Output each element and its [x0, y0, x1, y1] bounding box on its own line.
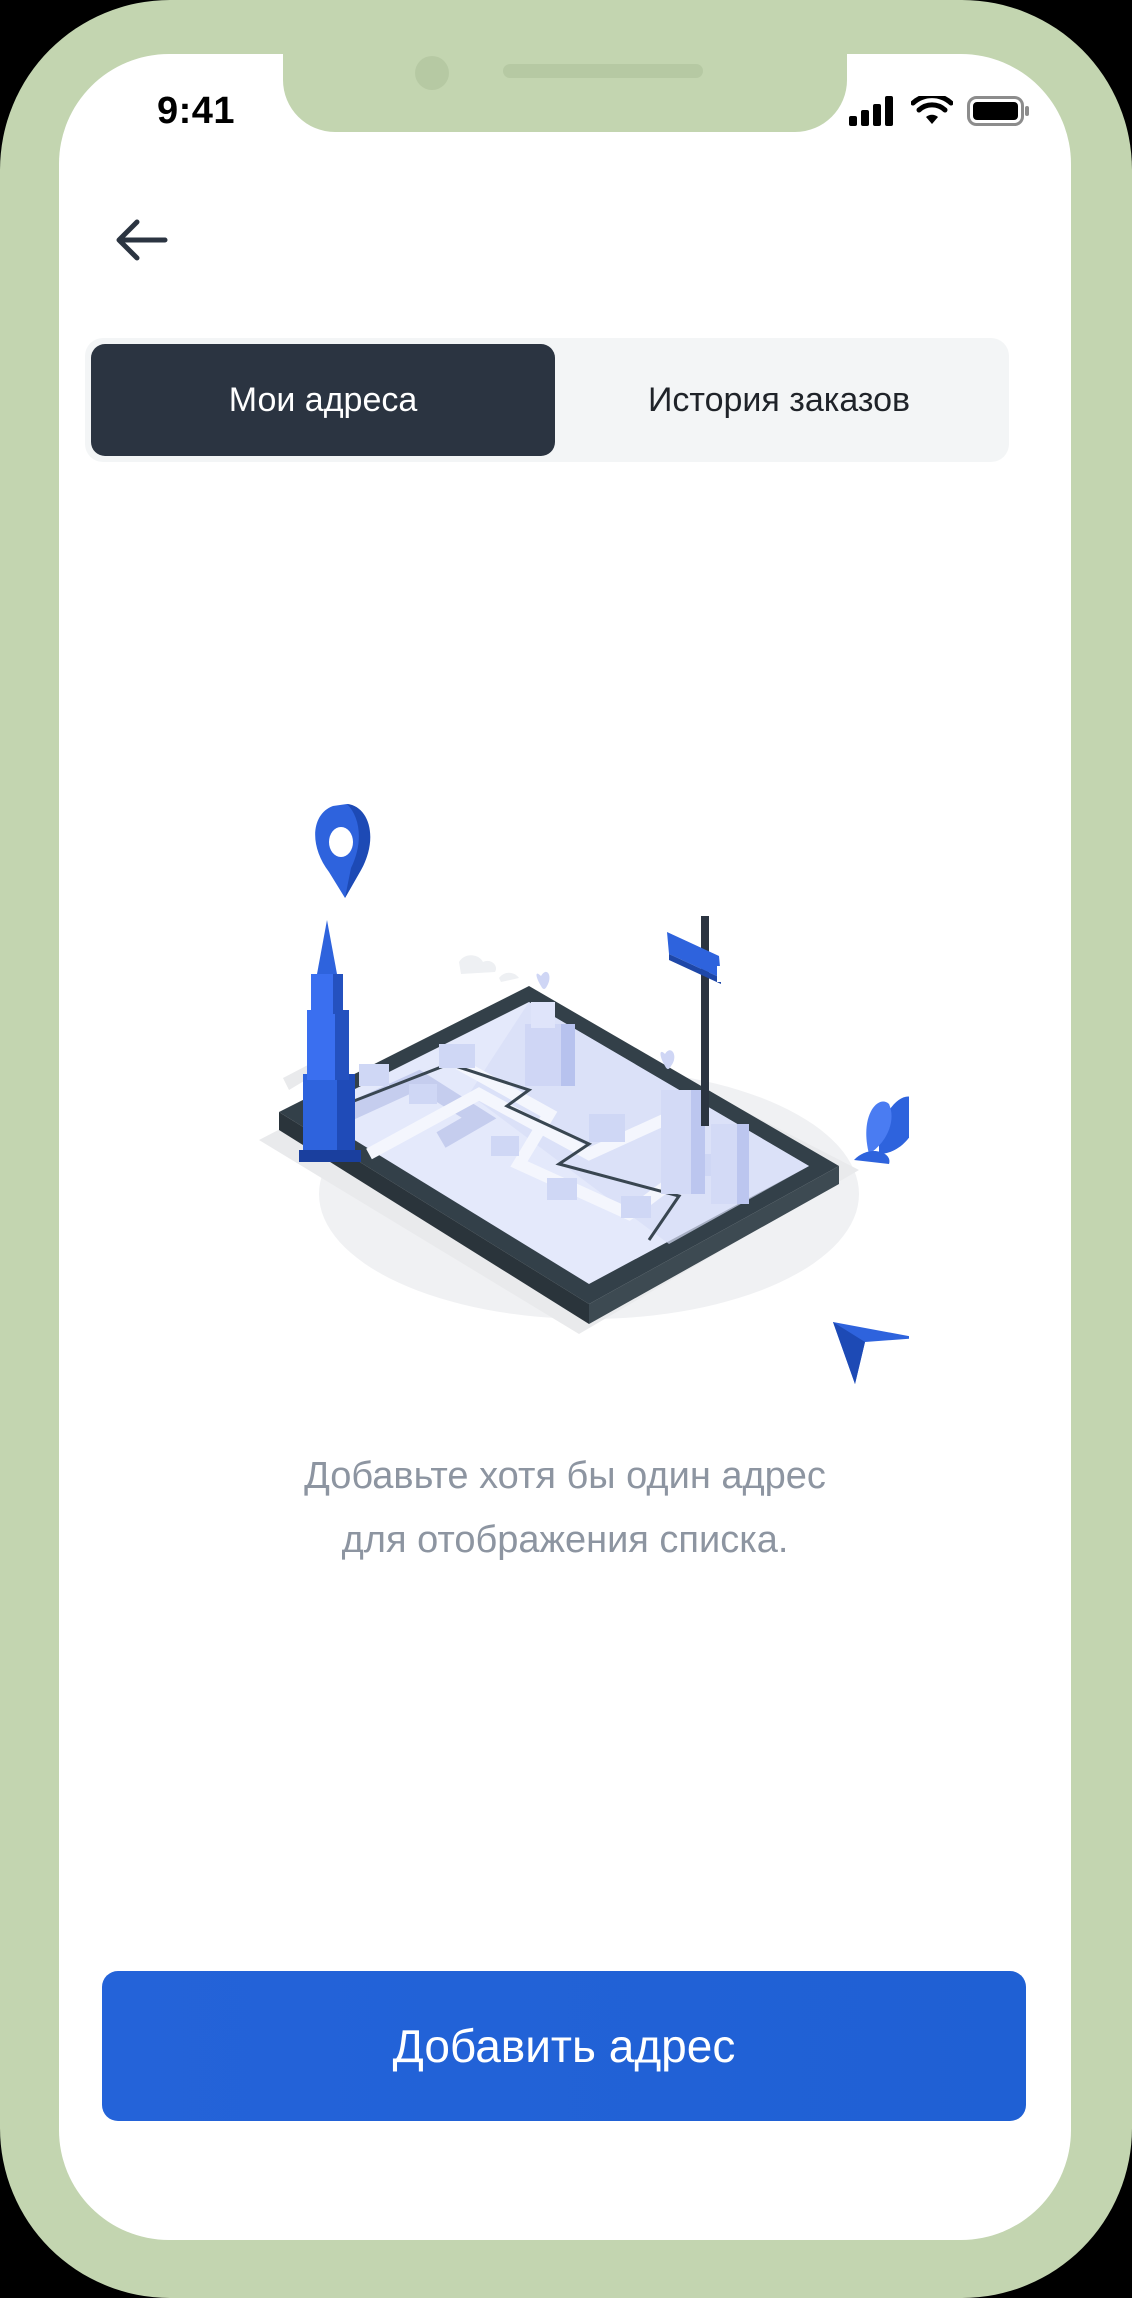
- status-time: 9:41: [157, 90, 236, 132]
- empty-state-line-1: Добавьте хотя бы один адрес: [304, 1455, 826, 1497]
- speaker-icon: [503, 64, 703, 78]
- city-map-illustration: [259, 804, 909, 1384]
- empty-state-line-2: для отображения списка.: [341, 1519, 789, 1561]
- phone-frame: 9:41 Мои адреса История заказов Добавьте…: [0, 0, 1132, 2298]
- tabs-segmented-control: Мои адреса История заказов: [85, 338, 1009, 462]
- back-arrow-icon[interactable]: [107, 204, 177, 274]
- battery-icon: [967, 96, 1029, 126]
- camera-icon: [415, 56, 449, 90]
- app-screen: 9:41 Мои адреса История заказов Добавьте…: [59, 54, 1071, 2240]
- empty-state-message: Добавьте хотя бы один адрес для отображе…: [59, 1444, 1071, 1572]
- wifi-icon: [911, 96, 953, 124]
- phone-notch: [283, 54, 847, 132]
- tab-order-history[interactable]: История заказов: [555, 344, 1003, 456]
- tab-my-addresses[interactable]: Мои адреса: [91, 344, 555, 456]
- status-icons: [849, 96, 1031, 126]
- add-address-button[interactable]: Добавить адрес: [102, 1971, 1026, 2121]
- signal-icon: [849, 96, 893, 126]
